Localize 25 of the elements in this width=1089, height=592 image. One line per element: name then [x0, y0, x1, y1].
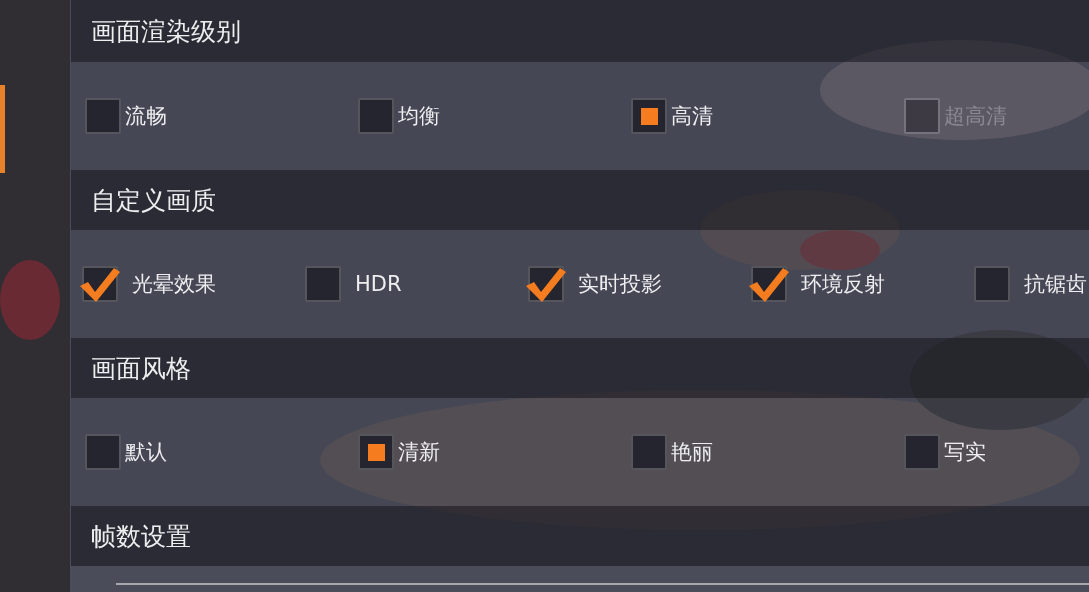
option-label: 光晕效果: [132, 271, 216, 298]
option-label: 高清: [671, 103, 713, 130]
checkbox[interactable]: [974, 266, 1010, 302]
section-title: 帧数设置: [91, 520, 191, 553]
option-label: 实时投影: [578, 271, 662, 298]
option-label: 均衡: [398, 103, 440, 130]
radio-option[interactable]: [904, 434, 940, 470]
option-label: 清新: [398, 439, 440, 466]
option-label: 环境反射: [801, 271, 885, 298]
radio-option[interactable]: [358, 434, 394, 470]
option-label: 抗锯齿: [1024, 271, 1087, 298]
radio-option[interactable]: [358, 98, 394, 134]
radio-option[interactable]: [85, 98, 121, 134]
radio-option[interactable]: [85, 434, 121, 470]
section-title: 画面渲染级别: [91, 15, 241, 48]
radio-option[interactable]: [631, 434, 667, 470]
option-label: 艳丽: [671, 439, 713, 466]
section-title: 画面风格: [91, 352, 191, 385]
section-title: 自定义画质: [91, 184, 216, 217]
option-label: 流畅: [125, 103, 167, 130]
option-label: 写实: [944, 439, 986, 466]
radio-option[interactable]: [631, 98, 667, 134]
checkbox[interactable]: [305, 266, 341, 302]
option-label: 默认: [125, 439, 167, 466]
option-label: HDR: [355, 272, 402, 296]
